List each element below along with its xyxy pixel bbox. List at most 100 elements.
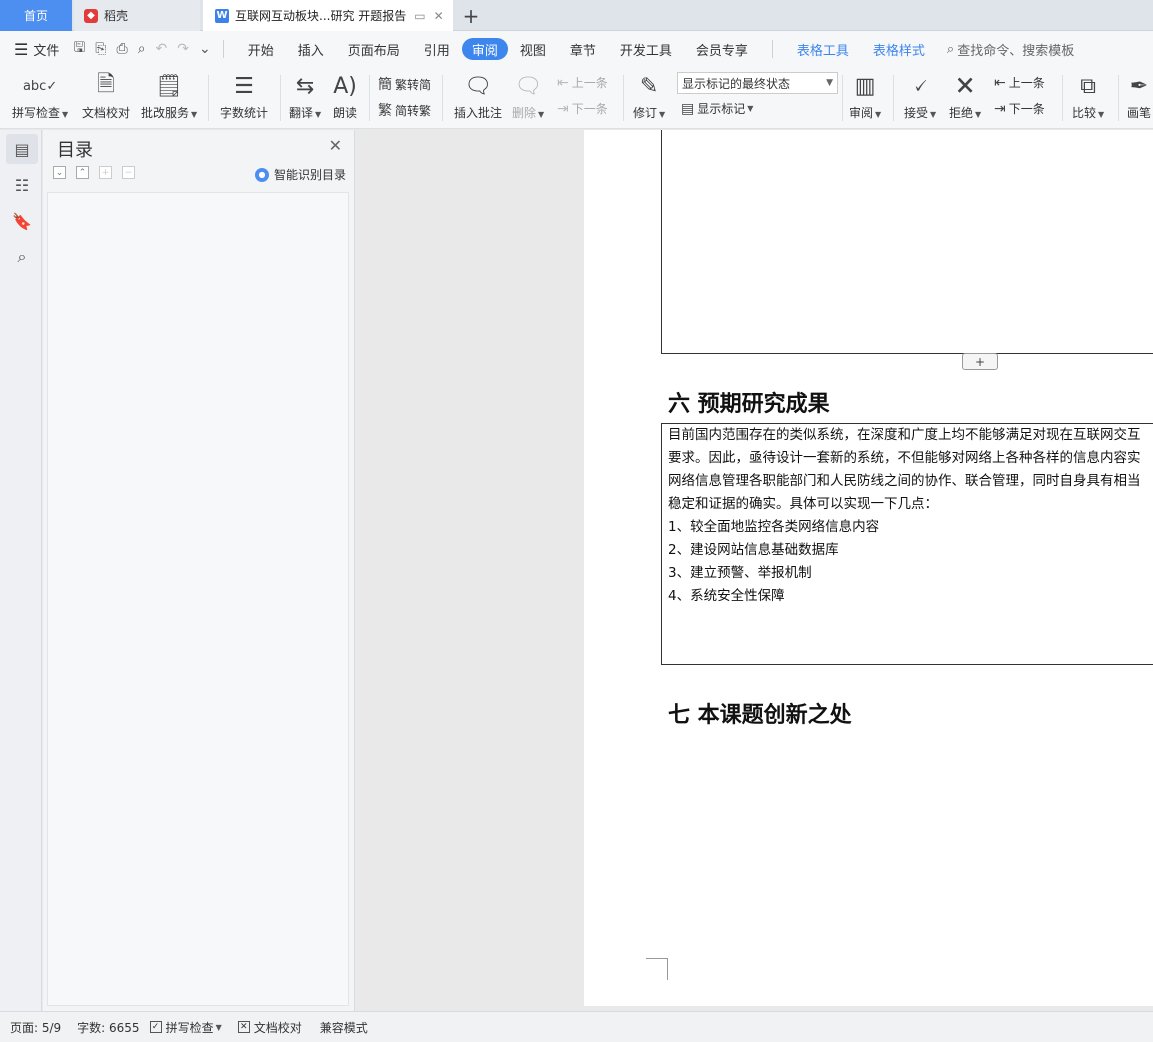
- document-canvas: + 六 预期研究成果 目前国内范围存在的类似系统，在深度和广度上均不能够满足对现…: [356, 130, 1153, 1011]
- redo-icon[interactable]: ↷: [177, 41, 189, 57]
- page-margin-mark: [646, 958, 668, 980]
- word-count-indicator[interactable]: 字数: 6655: [77, 1019, 139, 1036]
- menu-member[interactable]: 会员专享: [684, 38, 760, 60]
- daoke-logo-icon: ◆: [84, 8, 98, 23]
- menu-developer[interactable]: 开发工具: [608, 38, 684, 60]
- word-count-button[interactable]: ☰ 字数统计: [220, 71, 268, 121]
- file-menu-label: 文件: [33, 43, 60, 59]
- menu-page-layout[interactable]: 页面布局: [336, 38, 412, 60]
- status-doc-proof-label: 文档校对: [253, 1020, 302, 1035]
- undo-icon[interactable]: ↶: [156, 41, 168, 57]
- reject-button[interactable]: 🗙 拒绝 ▼: [949, 71, 981, 121]
- translate-icon: ⇆: [295, 73, 315, 99]
- customize-chevron-icon[interactable]: ⌄: [199, 41, 211, 57]
- review-service-button[interactable]: 🗒 批改服务 ▼: [141, 71, 197, 121]
- menu-insert[interactable]: 插入: [286, 38, 336, 60]
- insert-comment-button[interactable]: 🗨 插入批注: [454, 71, 502, 121]
- accept-label: 接受: [904, 106, 929, 120]
- word-count-icon: ☰: [234, 73, 254, 99]
- search-icon: ⌕: [946, 41, 955, 57]
- next-comment-button[interactable]: ⇥ 下一条: [557, 100, 608, 117]
- expand-all-icon[interactable]: ⌄: [53, 166, 66, 179]
- new-tab-button[interactable]: +: [458, 0, 484, 31]
- file-menu[interactable]: ☰ 文件: [14, 40, 59, 59]
- ribbon-divider: [623, 75, 624, 121]
- toc-icon[interactable]: ▤: [6, 134, 38, 164]
- export-pdf-icon[interactable]: ⎘: [95, 41, 106, 57]
- simp-to-trad-button[interactable]: 繁简转繁: [378, 100, 431, 120]
- menu-start[interactable]: 开始: [236, 38, 286, 60]
- close-icon[interactable]: ✕: [329, 136, 342, 155]
- simp-to-trad-label: 简转繁: [395, 103, 432, 118]
- ribbon-divider: [842, 75, 843, 121]
- markup-state-value: 显示标记的最终状态: [682, 76, 791, 91]
- translate-button[interactable]: ⇆ 翻译 ▼: [289, 71, 321, 121]
- remove-heading-icon[interactable]: −: [122, 166, 135, 179]
- menu-reference[interactable]: 引用: [412, 38, 462, 60]
- trad-to-simp-button[interactable]: 簡繁转简: [378, 74, 431, 94]
- print-preview-icon[interactable]: ⌕: [138, 41, 146, 57]
- track-changes-icon: ✎: [639, 73, 659, 99]
- tab-document[interactable]: W 互联网互动板块...研究 开题报告 ▭ ✕: [203, 0, 453, 31]
- tab-home-label: 首页: [23, 9, 48, 23]
- menu-view[interactable]: 视图: [508, 38, 558, 60]
- page-indicator[interactable]: 页面: 5/9: [10, 1019, 61, 1036]
- print-icon[interactable]: ⎙: [117, 41, 128, 57]
- spell-check-button[interactable]: abc✓ 拼写检查 ▼: [12, 71, 68, 121]
- compat-mode-indicator: 兼容模式: [319, 1020, 368, 1035]
- accept-button[interactable]: 🗸 接受 ▼: [904, 71, 936, 121]
- add-table-row-button[interactable]: +: [962, 353, 998, 370]
- table-cell-previous[interactable]: [661, 130, 1153, 354]
- toc-panel: 目录 ✕ ⌄ ⌃ + − ● 智能识别目录: [43, 130, 355, 1011]
- tab-daoke[interactable]: ◆ 稻壳: [74, 0, 200, 31]
- markup-state-select[interactable]: 显示标记的最终状态 ▼: [677, 72, 838, 94]
- save-icon[interactable]: 🖫: [73, 37, 85, 61]
- paragraph-line: 稳定和证据的确实。具体可以实现一下几点：: [668, 496, 938, 512]
- next-change-icon: ⇥: [994, 100, 1006, 117]
- dropdown-caret-icon: ▼: [930, 110, 937, 119]
- pen-button[interactable]: ✒ 画笔: [1127, 71, 1151, 121]
- menu-table-tools[interactable]: 表格工具: [785, 38, 861, 60]
- show-markup-button[interactable]: ▤ 显示标记 ▼: [681, 100, 753, 117]
- pen-label: 画笔: [1127, 106, 1152, 120]
- checkbox-icon: ✓: [149, 1021, 162, 1033]
- dropdown-caret-icon: ▼: [1098, 110, 1105, 119]
- ribbon-divider: [369, 75, 370, 121]
- nav-pane-icon[interactable]: ☷: [6, 170, 38, 200]
- trad-to-simp-icon: 簡: [378, 77, 392, 93]
- command-search[interactable]: ⌕ 查找命令、搜索模板: [947, 40, 1074, 59]
- next-change-button[interactable]: ⇥ 下一条: [994, 100, 1045, 117]
- status-spell-check[interactable]: ✓ 拼写检查 ▼: [149, 1019, 222, 1036]
- menu-review[interactable]: 审阅: [461, 38, 508, 60]
- track-changes-button[interactable]: ✎ 修订 ▼: [633, 71, 665, 121]
- review-pane-button[interactable]: ▥ 审阅 ▼: [849, 71, 881, 121]
- track-changes-label: 修订: [633, 106, 658, 120]
- bookmark-icon[interactable]: 🔖: [6, 206, 38, 236]
- menu-chapter[interactable]: 章节: [558, 38, 608, 60]
- read-aloud-button[interactable]: A) 朗读: [333, 71, 357, 121]
- dropdown-caret-icon: ▼: [215, 1022, 222, 1032]
- menu-table-style[interactable]: 表格样式: [861, 38, 937, 60]
- close-tab-icon[interactable]: ✕: [434, 9, 444, 23]
- command-search-label: 查找命令、搜索模板: [957, 43, 1075, 59]
- writer-doc-icon: W: [215, 8, 229, 23]
- list-item: 4、系统安全性保障: [668, 588, 785, 604]
- section-heading: 七 本课题创新之处: [668, 702, 852, 728]
- delete-comment-button[interactable]: 🗨 删除 ▼: [512, 71, 544, 121]
- prev-comment-button[interactable]: ⇤ 上一条: [557, 74, 608, 91]
- table-cell-expected-results[interactable]: 目前国内范围存在的类似系统，在深度和广度上均不能够满足对现在互联网交互 要求。因…: [661, 423, 1153, 665]
- spell-check-icon: abc✓: [22, 78, 58, 94]
- doc-proof-button[interactable]: 🗎 文档校对: [82, 71, 130, 121]
- tab-home[interactable]: 首页: [0, 0, 72, 31]
- read-aloud-icon: A): [333, 73, 357, 99]
- compare-button[interactable]: ⧉ 比较 ▼: [1072, 71, 1104, 121]
- toc-title: 目录: [57, 140, 93, 161]
- smart-toc-button[interactable]: ● 智能识别目录: [254, 166, 346, 183]
- search-icon[interactable]: ⌕: [6, 242, 38, 272]
- prev-change-button[interactable]: ⇤ 上一条: [994, 74, 1045, 91]
- collapse-all-icon[interactable]: ⌃: [76, 166, 89, 179]
- screen-icon[interactable]: ▭: [414, 9, 425, 23]
- add-heading-icon[interactable]: +: [99, 166, 112, 179]
- status-doc-proof[interactable]: ✕ 文档校对: [237, 1019, 302, 1036]
- dropdown-caret-icon: ▼: [191, 110, 198, 119]
